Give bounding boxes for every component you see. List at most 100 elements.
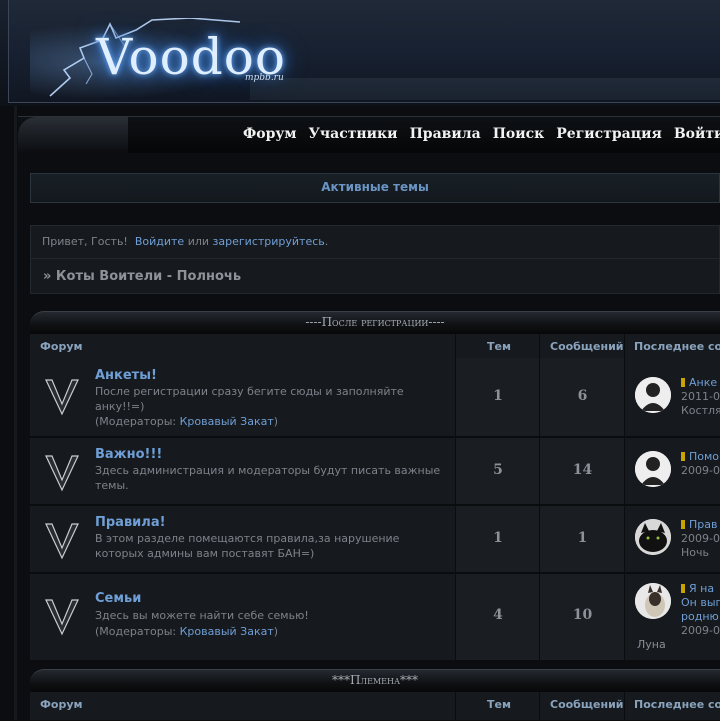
- forum-description: Здесь администрация и модераторы будут п…: [95, 464, 441, 492]
- forum-moderators: (Модераторы: Кровавый Закат): [95, 625, 278, 638]
- mods-prefix: (Модераторы:: [95, 625, 177, 638]
- forum-description: После регистрации сразу бегите сюды и за…: [95, 385, 404, 413]
- posts-cell: 6: [539, 358, 625, 436]
- category-title: ----После регистрации----: [305, 315, 445, 329]
- forum-v-icon: [45, 379, 79, 416]
- col-forum: Форум: [40, 340, 83, 353]
- topics-cell: 1: [455, 358, 540, 436]
- nav-search[interactable]: Поиск: [493, 126, 545, 146]
- side-border: [14, 106, 17, 720]
- site-header: Voodoo mpbb.ru: [0, 0, 720, 106]
- greeting-or: или: [187, 235, 210, 248]
- forum-moderators: (Модераторы: Кровавый Закат): [95, 415, 278, 428]
- active-topics-link[interactable]: Активные темы: [31, 180, 719, 194]
- moderator-link[interactable]: Кровавый Закат: [180, 625, 274, 638]
- topics-cell: 1: [455, 506, 540, 572]
- category-header: ----После регистрации----: [30, 311, 720, 336]
- last-post-link-line3[interactable]: родню: [681, 610, 720, 624]
- greeting-box: Привет, Гость! Войдите или зарегистрируй…: [30, 225, 720, 259]
- last-post-date: 2009-0: [681, 532, 720, 545]
- posts-count: 1: [577, 530, 588, 546]
- nav-members[interactable]: Участники: [309, 126, 398, 146]
- col-forum: Форум: [40, 698, 83, 711]
- last-post-author: Костля: [681, 404, 720, 417]
- nav-login[interactable]: Войти: [674, 126, 720, 146]
- forum-description: В этом разделе помещаются правила,за нар…: [95, 532, 400, 560]
- last-post-link[interactable]: Я на: [689, 582, 714, 595]
- col-divider: [455, 334, 456, 358]
- forum-title[interactable]: Семьи: [95, 591, 141, 606]
- default-avatar[interactable]: [635, 377, 671, 413]
- last-post-date: 2009-0: [681, 624, 720, 637]
- last-post-info: Я на Он вып родню 2009-0: [681, 582, 720, 638]
- forum-title[interactable]: Важно!!!: [95, 447, 162, 462]
- header-strip: [250, 78, 720, 100]
- greeting-text: Привет, Гость!: [42, 235, 128, 248]
- posts-cell: 1: [539, 506, 625, 572]
- col-divider: [455, 692, 456, 720]
- col-last-post: Последнее соо: [634, 340, 720, 353]
- last-post-link-line2[interactable]: Он вып: [681, 596, 720, 610]
- login-link[interactable]: Войдите: [135, 235, 184, 248]
- last-post-date: 2011-0: [681, 390, 720, 403]
- mods-suffix: ): [273, 625, 279, 638]
- last-post-cell: Прав 2009-0 Ночь: [624, 506, 720, 572]
- topic-icon: [681, 378, 685, 387]
- last-post-link[interactable]: Анке: [689, 376, 717, 389]
- last-post-cell: Помо 2009-0: [624, 438, 720, 504]
- default-avatar[interactable]: [635, 451, 671, 487]
- forum-row: Важно!!! Здесь администрация и модератор…: [30, 438, 720, 506]
- last-post-link[interactable]: Прав: [689, 518, 717, 531]
- last-post-date: 2009-0: [681, 464, 720, 477]
- last-post-link[interactable]: Помо: [689, 450, 719, 463]
- category-title: ***Племена***: [331, 673, 419, 687]
- col-topics: Тем: [487, 340, 511, 353]
- mods-prefix: (Модераторы:: [95, 415, 177, 428]
- forum-v-icon: [45, 599, 79, 636]
- forum-description: Здесь вы можете найти себе семью!: [95, 609, 309, 622]
- posts-count: 10: [572, 607, 593, 623]
- forum-title[interactable]: Правила!: [95, 515, 166, 530]
- nav-forum[interactable]: Форум: [243, 126, 297, 146]
- posts-count: 14: [572, 462, 593, 478]
- last-post-author: Ночь: [681, 546, 709, 559]
- forum-title[interactable]: Анкеты!: [95, 368, 157, 383]
- topics-count: 5: [493, 462, 503, 478]
- nav-rules[interactable]: Правила: [410, 126, 481, 146]
- col-last-post: Последнее соо: [634, 698, 720, 711]
- forum-v-icon: [45, 455, 79, 492]
- breadcrumb: » Коты Воители - Полночь: [30, 258, 720, 294]
- topics-cell: 4: [455, 574, 540, 660]
- register-link[interactable]: зарегистрируйтесь: [213, 235, 325, 248]
- nav-bar-tab: [18, 117, 128, 153]
- forum-row: Анкеты! После регистрации сразу бегите с…: [30, 358, 720, 438]
- last-post-cell: Анке 2011-0 Костля: [624, 358, 720, 436]
- topic-icon: [681, 452, 685, 461]
- logo-subtitle: mpbb.ru: [245, 73, 284, 83]
- main-nav: Форум Участники Правила Поиск Регистраци…: [243, 126, 720, 146]
- last-post-cell: Я на Он вып родню 2009-0 Луна: [624, 574, 720, 660]
- col-divider: [539, 692, 540, 720]
- last-post-info: Помо 2009-0: [681, 450, 720, 478]
- breadcrumb-title[interactable]: » Коты Воители - Полночь: [43, 269, 241, 284]
- col-divider: [624, 692, 625, 720]
- posts-count: 6: [577, 388, 588, 404]
- active-topics-bar: Активные темы: [30, 173, 720, 203]
- topic-icon: [681, 520, 685, 529]
- nav-register[interactable]: Регистрация: [556, 126, 662, 146]
- col-posts: Сообщений: [550, 340, 624, 353]
- greeting-line: Привет, Гость! Войдите или зарегистрируй…: [42, 235, 328, 248]
- topics-count: 1: [493, 388, 503, 404]
- last-post-info: Прав 2009-0 Ночь: [681, 518, 720, 560]
- topics-count: 4: [493, 607, 503, 623]
- forum-row: Правила! В этом разделе помещаются прави…: [30, 506, 720, 574]
- siamese-cat-avatar[interactable]: [635, 583, 671, 619]
- black-cat-avatar[interactable]: [635, 519, 671, 555]
- topic-icon: [681, 584, 685, 593]
- greeting-dot: .: [324, 235, 329, 248]
- col-posts: Сообщений: [550, 698, 624, 711]
- topics-count: 1: [493, 530, 503, 546]
- col-topics: Тем: [487, 698, 511, 711]
- moderator-link[interactable]: Кровавый Закат: [180, 415, 274, 428]
- col-divider: [539, 334, 540, 358]
